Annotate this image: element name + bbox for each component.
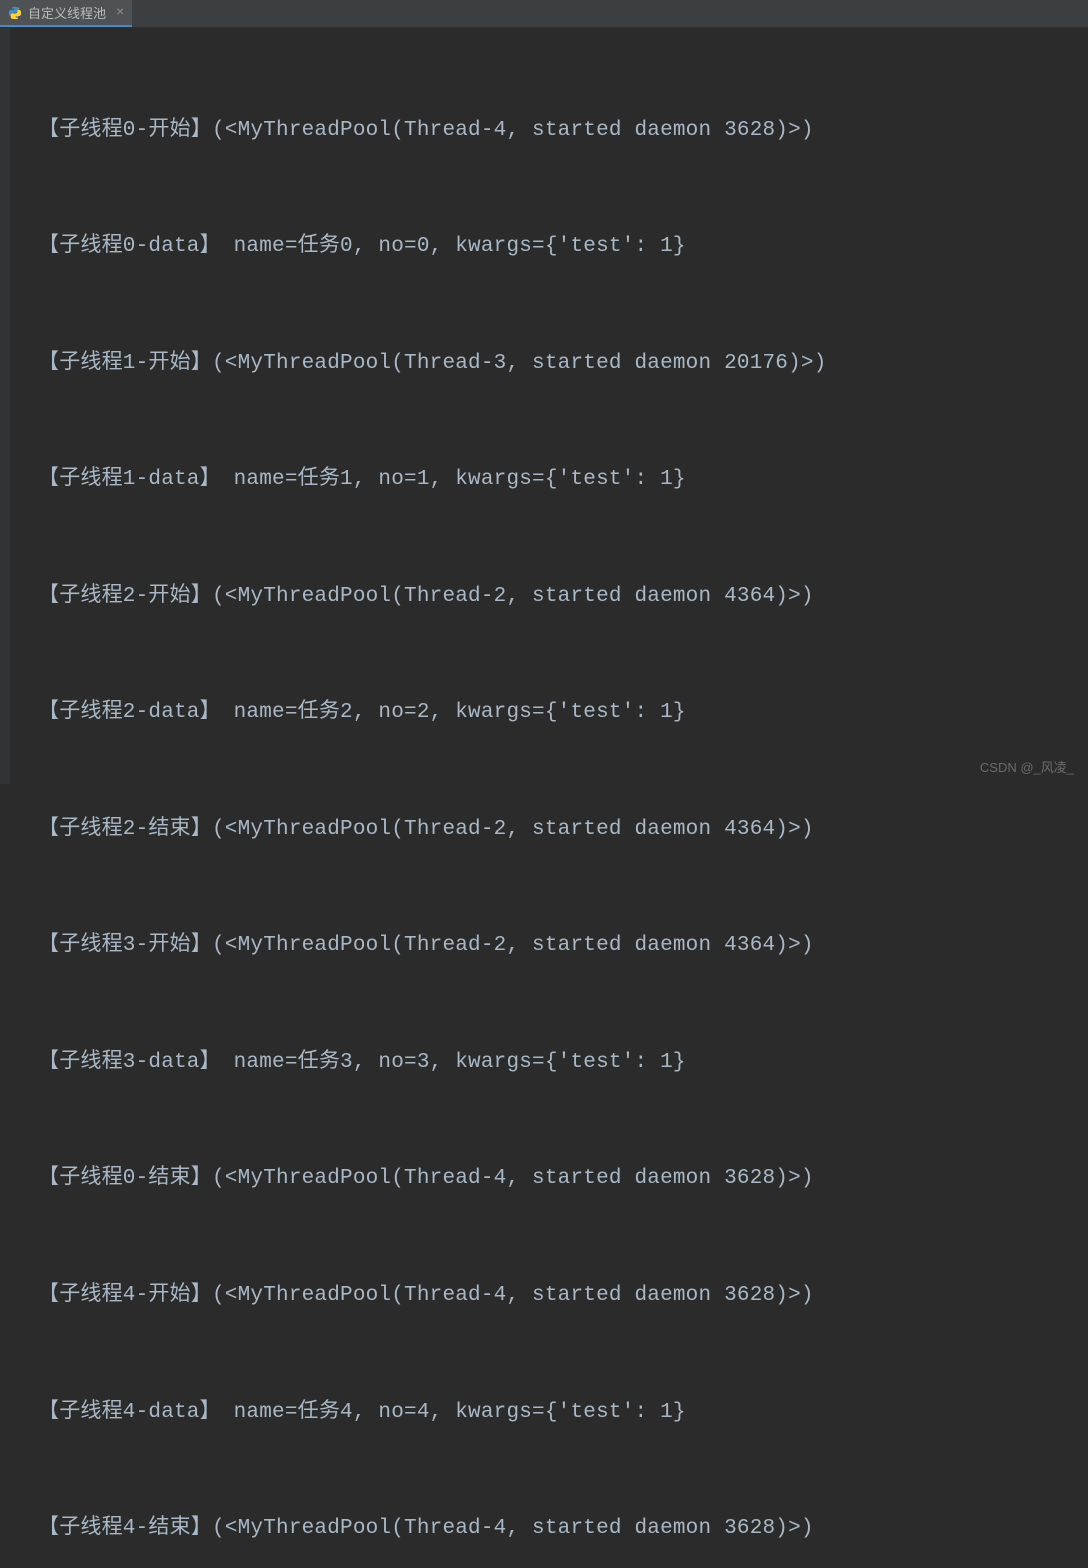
console-line: 【子线程2-结束】(<MyThreadPool(Thread-2, starte…: [38, 811, 1088, 850]
console-line: 【子线程0-data】 name=任务0, no=0, kwargs={'tes…: [38, 228, 1088, 267]
console-line: 【子线程2-开始】(<MyThreadPool(Thread-2, starte…: [38, 578, 1088, 617]
python-icon: [8, 6, 22, 20]
console-line: 【子线程2-data】 name=任务2, no=2, kwargs={'tes…: [38, 694, 1088, 733]
console-line: 【子线程0-开始】(<MyThreadPool(Thread-4, starte…: [38, 112, 1088, 151]
tab-title: 自定义线程池: [28, 3, 106, 22]
close-icon[interactable]: ×: [116, 5, 124, 21]
watermark: CSDN @_风凌_: [980, 757, 1074, 776]
console-line: 【子线程4-开始】(<MyThreadPool(Thread-4, starte…: [38, 1277, 1088, 1316]
tab-active[interactable]: 自定义线程池 ×: [0, 0, 132, 27]
console-output: 【子线程0-开始】(<MyThreadPool(Thread-4, starte…: [0, 28, 1088, 1568]
console-line: 【子线程0-结束】(<MyThreadPool(Thread-4, starte…: [38, 1160, 1088, 1199]
console-line: 【子线程1-data】 name=任务1, no=1, kwargs={'tes…: [38, 461, 1088, 500]
console-line: 【子线程1-开始】(<MyThreadPool(Thread-3, starte…: [38, 345, 1088, 384]
console-line: 【子线程3-开始】(<MyThreadPool(Thread-2, starte…: [38, 927, 1088, 966]
gutter: [0, 28, 10, 784]
console-line: 【子线程3-data】 name=任务3, no=3, kwargs={'tes…: [38, 1044, 1088, 1083]
tab-bar: 自定义线程池 ×: [0, 0, 1088, 28]
console-line: 【子线程4-data】 name=任务4, no=4, kwargs={'tes…: [38, 1394, 1088, 1433]
console-line: 【子线程4-结束】(<MyThreadPool(Thread-4, starte…: [38, 1510, 1088, 1549]
